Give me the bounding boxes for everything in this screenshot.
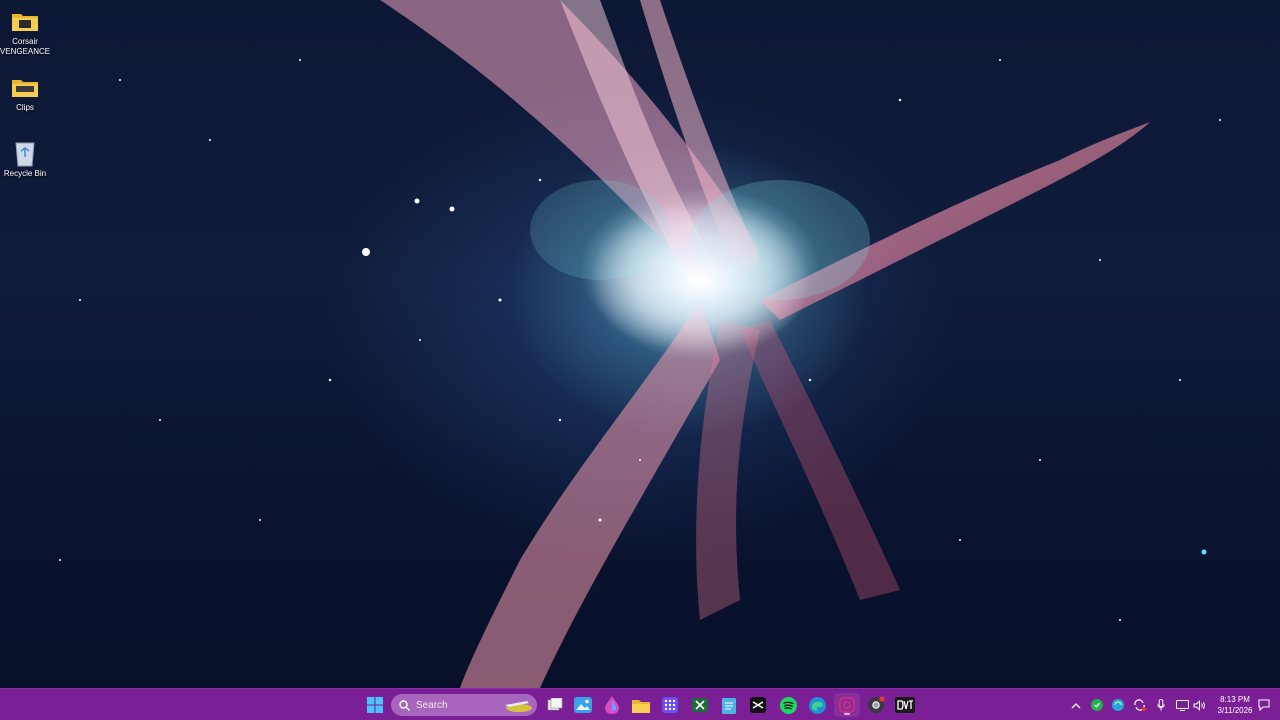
notification-icon [1258,699,1270,711]
app-grid-icon [662,697,678,713]
start-button[interactable] [362,693,388,717]
excel-icon [692,698,708,712]
task-view-button[interactable] [542,693,568,717]
taskbar-clock[interactable]: 8:13 PM 3/11/2026 [1210,694,1260,716]
file-explorer-icon [632,699,650,713]
desktop-icon-label: Recycle Bin [3,169,47,178]
volume-icon [1193,699,1205,711]
capcut-icon [750,697,766,713]
tray-microphone[interactable] [1153,697,1169,713]
nebula-art [59,0,1221,688]
desktop-icon-clips[interactable]: Clips [2,74,48,113]
desktop-icon-label: Clips [16,103,34,112]
desktop-icon-recycle-bin[interactable]: Recycle Bin [2,140,48,179]
tray-security[interactable] [1089,697,1105,713]
excel-button[interactable] [687,693,713,717]
photos-button[interactable] [570,693,596,717]
chevron-up-icon [1071,702,1081,708]
clock-time: 8:13 PM [1220,695,1250,704]
search-icon [399,699,410,711]
spotify-button[interactable] [775,693,801,717]
app-grid-button[interactable] [657,693,683,717]
chrome-button[interactable] [863,693,889,717]
task-view-icon [547,698,563,711]
taskbar-search[interactable]: Search [391,694,537,716]
edge-icon [808,696,826,714]
tray-network[interactable] [1174,697,1190,713]
dvt-app-icon [895,697,915,713]
desktop-icon-label: Corsair VENGEANCE [0,37,51,56]
folder-icon [10,8,40,34]
instagram-button[interactable] [834,693,860,717]
network-icon [1175,699,1189,711]
tray-update[interactable] [1131,697,1147,713]
start-icon [367,697,383,713]
instagram-icon [839,697,855,713]
copilot-icon [605,696,619,714]
photos-icon [574,697,592,713]
desktop-icon-corsair-vengeance[interactable]: Corsair VENGEANCE [0,8,51,57]
clock-date: 3/11/2026 [1217,706,1253,715]
search-highlight-icon [505,701,532,712]
spotify-icon [779,696,797,714]
update-icon [1133,699,1146,711]
active-app-indicator [844,713,850,715]
show-hidden-icons-button[interactable] [1068,697,1084,713]
tray-cloud-sync[interactable] [1110,697,1126,713]
file-explorer-button[interactable] [628,693,654,717]
copilot-button[interactable] [599,693,625,717]
recycle-bin-icon [10,140,40,167]
notification-center-button[interactable] [1256,697,1272,713]
tray-volume[interactable] [1191,697,1207,713]
chrome-icon [868,696,885,713]
capcut-button[interactable] [745,693,771,717]
dvt-app-button[interactable] [892,693,918,717]
microphone-icon [1157,699,1165,711]
cloud-sync-icon [1112,699,1124,711]
notepad-icon [722,697,736,714]
taskbar: Search 8:13 PM 3/11/2026 [0,688,1280,720]
folder-icon [10,74,40,100]
security-icon [1091,699,1103,711]
edge-button[interactable] [804,693,830,717]
desktop-wallpaper [0,0,1280,688]
notepad-button[interactable] [716,693,742,717]
search-placeholder: Search [416,699,448,711]
